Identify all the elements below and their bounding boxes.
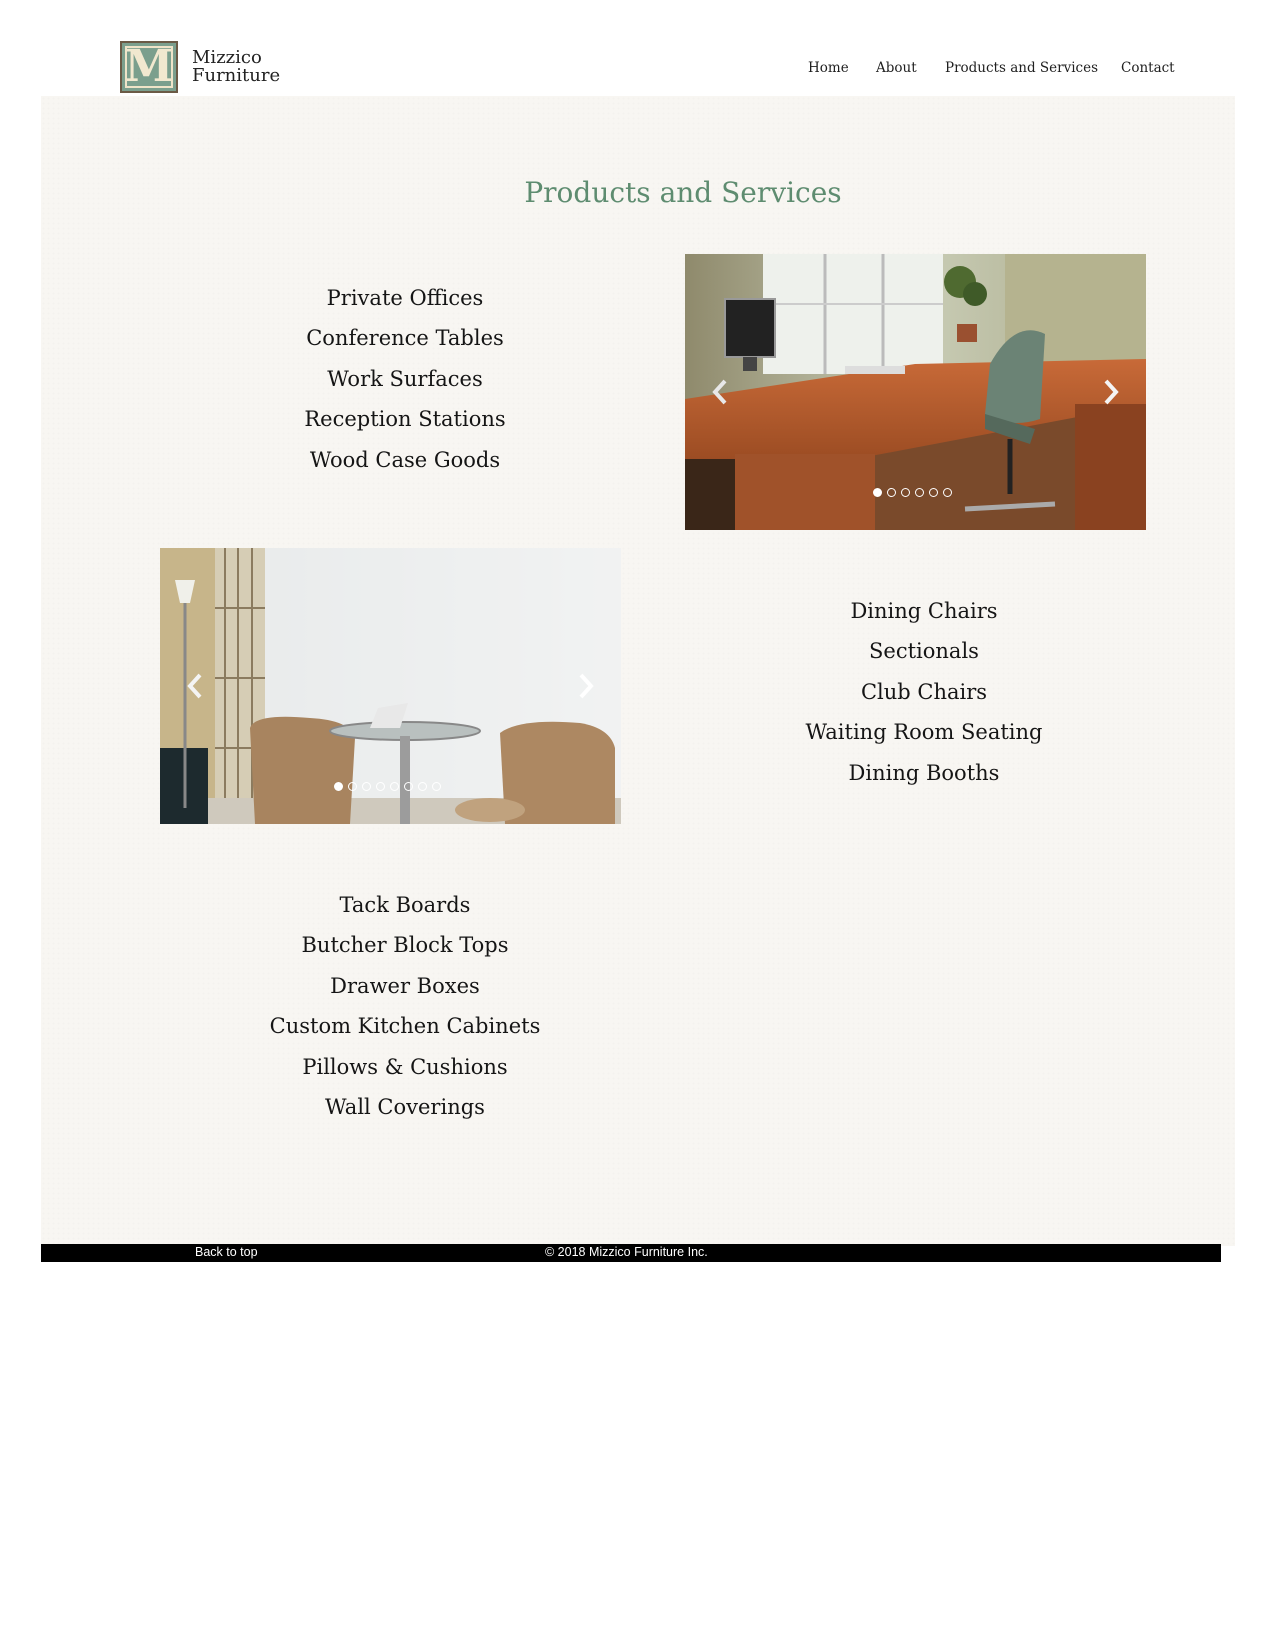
copyright-text: © 2018 Mizzico Furniture Inc.: [545, 1245, 708, 1259]
carousel-dot[interactable]: [418, 782, 427, 791]
carousel-dot[interactable]: [915, 488, 924, 497]
carousel-prev-button[interactable]: [707, 375, 733, 409]
office-products-list: Private Offices Conference Tables Work Sur…: [240, 278, 570, 480]
carousel-dot[interactable]: [929, 488, 938, 497]
chevron-left-icon: [187, 673, 202, 699]
carousel-next-button[interactable]: [1098, 375, 1124, 409]
list-item: Conference Tables: [306, 326, 504, 351]
carousel-dot[interactable]: [887, 488, 896, 497]
nav-home[interactable]: Home: [808, 60, 849, 76]
list-item: Tack Boards: [339, 893, 471, 917]
chevron-left-icon: [712, 379, 727, 405]
office-furniture-carousel[interactable]: [685, 254, 1146, 530]
chevron-right-icon: [1104, 379, 1119, 405]
main-content: Products and Services Private Offices Con…: [41, 96, 1235, 1246]
carousel-dot[interactable]: [901, 488, 910, 497]
list-item: Pillows & Cushions: [302, 1054, 508, 1079]
list-item: Butcher Block Tops: [301, 933, 509, 958]
list-item: Club Chairs: [860, 679, 988, 704]
list-item: Wall Coverings: [325, 1095, 485, 1120]
carousel-dot[interactable]: [943, 488, 952, 497]
list-item: Work Surfaces: [327, 366, 483, 391]
site-footer: Back to top © 2018 Mizzico Furniture Inc…: [41, 1244, 1221, 1262]
list-item: Wood Case Goods: [309, 447, 501, 472]
list-item: Private Offices: [326, 286, 484, 310]
carousel-dot[interactable]: [376, 782, 385, 791]
carousel-dot[interactable]: [432, 782, 441, 791]
list-item: Reception Stations: [304, 407, 506, 432]
seating-products-list: Dining Chairs Sectionals Club Chairs Waitin…: [759, 591, 1089, 793]
page-title: Products and Services: [524, 176, 842, 209]
carousel-dot[interactable]: [873, 488, 882, 497]
list-item: Sectionals: [869, 639, 979, 664]
carousel-prev-button[interactable]: [182, 669, 208, 703]
list-item: Dining Chairs: [850, 599, 998, 623]
back-to-top-link[interactable]: Back to top: [195, 1245, 258, 1259]
other-products-list: Tack Boards Butcher Block Tops Drawer Boxe…: [240, 885, 570, 1127]
carousel-dot[interactable]: [404, 782, 413, 791]
list-item: Dining Booths: [848, 760, 1000, 785]
carousel-next-button[interactable]: [573, 669, 599, 703]
site-header: M Mizzico Furniture Home About Products …: [0, 0, 1275, 96]
main-nav: Home About Products and Services Contact: [0, 60, 1275, 80]
list-item: Custom Kitchen Cabinets: [269, 1014, 541, 1039]
lounge-seating-carousel[interactable]: [160, 548, 621, 824]
list-item: Waiting Room Seating: [805, 720, 1043, 745]
chevron-right-icon: [579, 673, 594, 699]
nav-about[interactable]: About: [876, 60, 917, 76]
carousel-dot[interactable]: [390, 782, 399, 791]
list-item: Drawer Boxes: [330, 973, 480, 998]
carousel-dot[interactable]: [334, 782, 343, 791]
carousel-indicators: [873, 488, 952, 497]
nav-contact[interactable]: Contact: [1121, 60, 1175, 76]
nav-products-and-services[interactable]: Products and Services: [945, 60, 1098, 76]
carousel-indicators: [334, 782, 441, 791]
carousel-dot[interactable]: [348, 782, 357, 791]
carousel-dot[interactable]: [362, 782, 371, 791]
